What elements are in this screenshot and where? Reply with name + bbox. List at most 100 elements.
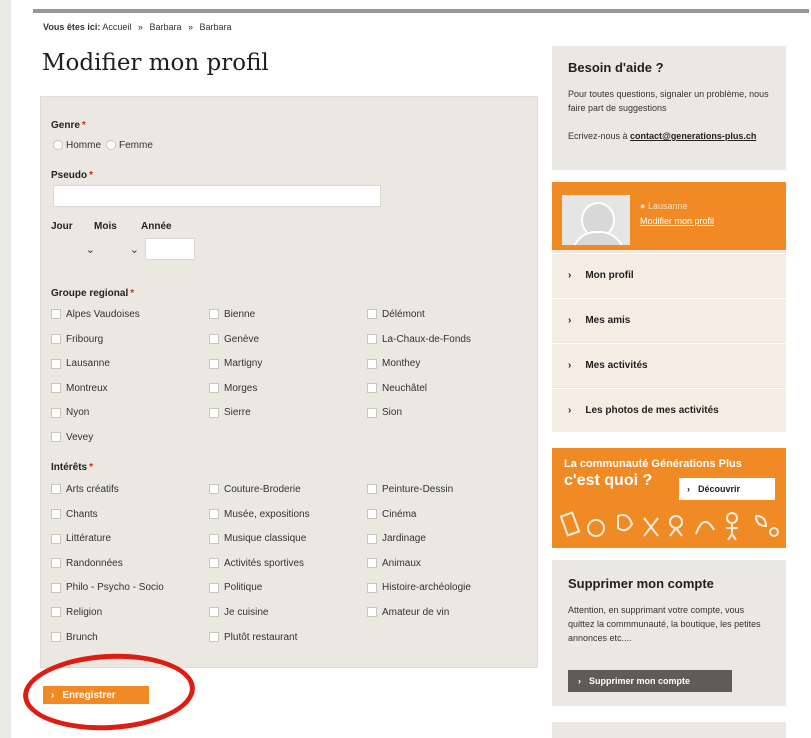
checkbox-option[interactable]: Musique classique [209, 533, 306, 544]
checkbox[interactable] [51, 533, 61, 544]
checkbox-option[interactable]: Randonnées [51, 558, 123, 569]
checkbox[interactable] [367, 558, 377, 569]
checkbox-option[interactable]: Religion [51, 607, 102, 618]
checkbox-option[interactable]: Jardinage [367, 533, 426, 544]
checkbox-option[interactable]: Arts créatifs [51, 484, 119, 495]
checkbox-option[interactable]: Neuchâtel [367, 383, 427, 394]
save-button[interactable]: › Enregistrer [43, 686, 149, 704]
checkbox[interactable] [209, 407, 219, 418]
checkbox-option[interactable]: Morges [209, 383, 257, 394]
checkbox-option[interactable]: Couture-Broderie [209, 484, 301, 495]
checkbox-option[interactable]: Bienne [209, 309, 255, 320]
contact-email-link[interactable]: contact@generations-plus.ch [630, 131, 756, 141]
checkbox[interactable] [209, 508, 219, 519]
checkbox[interactable] [209, 631, 219, 642]
checkbox-label: Randonnées [66, 557, 123, 569]
checkbox[interactable] [209, 582, 219, 593]
checkbox[interactable] [367, 582, 377, 593]
genre-option-femme[interactable]: Femme [106, 140, 153, 151]
delete-account-box: Supprimer mon compte Attention, en suppr… [552, 560, 786, 706]
menu-item-mes-activites[interactable]: › Mes activités [552, 343, 786, 387]
checkbox[interactable] [51, 508, 61, 519]
page-title: Modifier mon profil [42, 50, 269, 76]
checkbox[interactable] [367, 407, 377, 418]
jour-select[interactable]: ⌄ [51, 238, 95, 260]
checkbox[interactable] [51, 407, 61, 418]
checkbox[interactable] [367, 309, 377, 320]
annee-input[interactable] [145, 238, 195, 260]
checkbox-option[interactable]: Cinéma [367, 509, 416, 520]
checkbox-option[interactable]: Brunch [51, 632, 98, 643]
checkbox-option[interactable]: Plutôt restaurant [209, 632, 297, 643]
checkbox[interactable] [51, 432, 61, 443]
checkbox-label: Activités sportives [224, 557, 305, 569]
checkbox-option[interactable]: Peinture-Dessin [367, 484, 453, 495]
profile-form: Genre * Homme Femme Pseudo * Jour Mois Ann… [40, 96, 538, 668]
checkbox[interactable] [51, 333, 61, 344]
checkbox[interactable] [367, 607, 377, 618]
required-marker: * [89, 462, 94, 473]
mois-label: Mois [94, 221, 117, 232]
checkbox-label: Je cuisine [224, 607, 269, 618]
breadcrumb-item-barbara[interactable]: Barbara [149, 22, 181, 32]
checkbox[interactable] [209, 533, 219, 544]
checkbox-option[interactable]: Alpes Vaudoises [51, 309, 140, 320]
checkbox-option[interactable]: Nyon [51, 407, 89, 418]
checkbox[interactable] [367, 358, 377, 369]
genre-option-homme[interactable]: Homme [53, 140, 101, 151]
edit-profile-link[interactable]: Modifier mon profil [640, 216, 714, 226]
checkbox-option[interactable]: Je cuisine [209, 607, 268, 618]
menu-item-photos[interactable]: › Les photos de mes activités [552, 388, 786, 432]
checkbox[interactable] [51, 582, 61, 593]
pseudo-input[interactable] [53, 185, 381, 207]
checkbox[interactable] [209, 484, 219, 495]
checkbox-option[interactable]: Animaux [367, 558, 421, 569]
checkbox-option[interactable]: Sion [367, 407, 402, 418]
checkbox[interactable] [51, 309, 61, 320]
radio-homme[interactable] [53, 140, 63, 151]
checkbox[interactable] [367, 383, 377, 394]
checkbox[interactable] [367, 333, 377, 344]
mois-select[interactable]: ⌄ [99, 238, 139, 260]
checkbox-option[interactable]: Activités sportives [209, 558, 304, 569]
checkbox-option[interactable]: Histoire-archéologie [367, 582, 471, 593]
checkbox-option[interactable]: Fribourg [51, 334, 103, 345]
checkbox-option[interactable]: Genève [209, 334, 259, 345]
discover-button[interactable]: › Découvrir [679, 478, 775, 500]
checkbox[interactable] [209, 309, 219, 320]
menu-item-mes-amis[interactable]: › Mes amis [552, 298, 786, 342]
checkbox-option[interactable]: Musée, expositions [209, 509, 310, 520]
checkbox-option[interactable]: Chants [51, 509, 98, 520]
checkbox-option[interactable]: Sierre [209, 407, 251, 418]
checkbox[interactable] [51, 558, 61, 569]
delete-account-button[interactable]: › Supprimer mon compte [568, 670, 732, 692]
checkbox-option[interactable]: Monthey [367, 358, 420, 369]
checkbox[interactable] [209, 358, 219, 369]
checkbox-option[interactable]: La-Chaux-de-Fonds [367, 334, 471, 345]
checkbox[interactable] [51, 383, 61, 394]
radio-femme[interactable] [106, 140, 116, 151]
checkbox[interactable] [209, 333, 219, 344]
checkbox[interactable] [367, 533, 377, 544]
breadcrumb-item-accueil[interactable]: Accueil [102, 22, 131, 32]
checkbox[interactable] [51, 484, 61, 495]
checkbox-option[interactable]: Amateur de vin [367, 607, 449, 618]
checkbox[interactable] [209, 558, 219, 569]
checkbox-option[interactable]: Lausanne [51, 358, 110, 369]
checkbox-option[interactable]: Vevey [51, 432, 93, 443]
checkbox[interactable] [209, 607, 219, 618]
checkbox[interactable] [367, 508, 377, 519]
checkbox-option[interactable]: Philo - Psycho - Socio [51, 582, 164, 593]
checkbox-option[interactable]: Politique [209, 582, 262, 593]
checkbox[interactable] [367, 484, 377, 495]
menu-item-mon-profil[interactable]: › Mon profil [552, 253, 786, 297]
checkbox-option[interactable]: Littérature [51, 533, 111, 544]
checkbox[interactable] [51, 631, 61, 642]
checkbox[interactable] [209, 383, 219, 394]
checkbox[interactable] [51, 607, 61, 618]
checkbox-option[interactable]: Montreux [51, 383, 108, 394]
checkbox-option[interactable]: Délémont [367, 309, 425, 320]
checkbox-option[interactable]: Martigny [209, 358, 262, 369]
checkbox[interactable] [51, 358, 61, 369]
checkbox-label: Religion [66, 607, 103, 618]
